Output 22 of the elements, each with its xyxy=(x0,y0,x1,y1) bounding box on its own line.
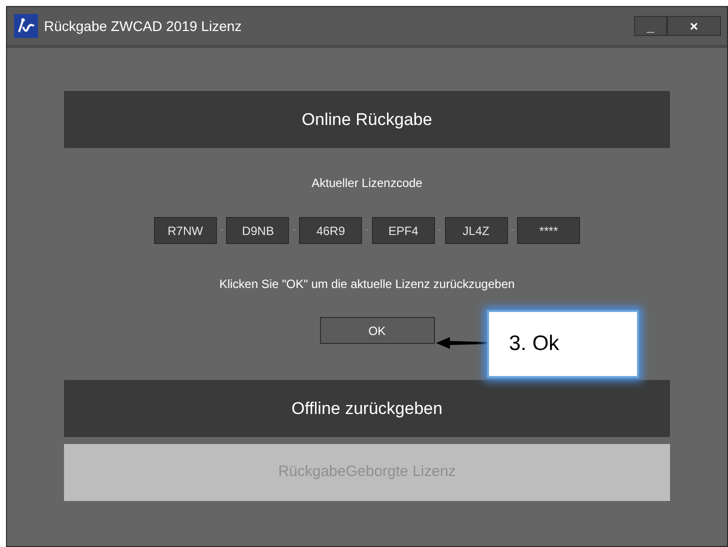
close-button[interactable]: × xyxy=(667,16,721,36)
code-separator: - xyxy=(510,223,516,238)
window-title: Rückgabe ZWCAD 2019 Lizenz xyxy=(44,16,242,36)
code-separator: - xyxy=(436,223,442,238)
code-label: Aktueller Lizenzcode xyxy=(312,175,422,192)
code-separator: - xyxy=(364,223,370,238)
code-separator: - xyxy=(291,223,298,238)
license-code-field: EPF4 xyxy=(372,217,435,244)
ok-button[interactable]: OK xyxy=(320,317,434,344)
license-code-field: **** xyxy=(517,217,580,244)
instruction-text: Klicken Sie "OK" um die aktuelle Lizenz zurückzugeben xyxy=(219,276,515,293)
callout-arrow xyxy=(436,336,488,350)
license-code-field: JL4Z xyxy=(444,217,508,244)
license-code-field: D9NB xyxy=(226,217,290,244)
license-code-field: R7NW xyxy=(154,217,217,244)
minimize-button[interactable]: _ xyxy=(634,16,667,36)
section-header: Online Rückgabe xyxy=(64,91,670,148)
callout-box: 3. Ok xyxy=(487,310,639,378)
license-code-field: 46R9 xyxy=(299,217,362,244)
section-header: Offline zurückgeben xyxy=(64,380,670,437)
code-separator: - xyxy=(218,223,224,238)
app-logo-icon xyxy=(14,14,38,38)
